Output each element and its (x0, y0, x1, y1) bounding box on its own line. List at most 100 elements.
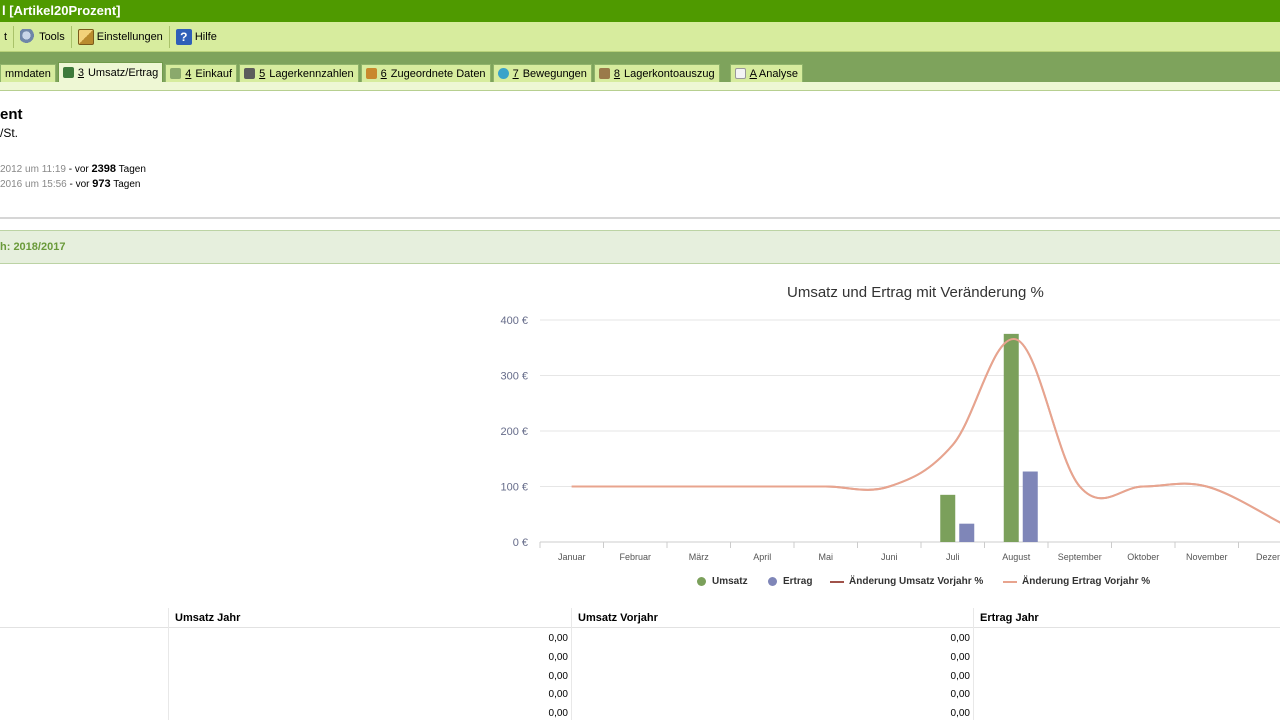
x-tick-label: Dezem (1256, 552, 1280, 562)
menu-item-tools[interactable]: Tools (16, 25, 69, 49)
tab-number: 5 (259, 67, 266, 80)
created-prefix: - vor (65, 164, 92, 175)
legend-label: Umsatz (712, 576, 748, 587)
divider (0, 217, 1280, 219)
tab-label: Einkauf (195, 67, 233, 80)
bar-ertrag (1022, 471, 1038, 542)
menu-item-partial[interactable]: t (0, 25, 11, 49)
umsatz-ertrag-chart: 0 € 100 € 200 € 300 € 400 € Januar Februar März… (500, 315, 1280, 562)
tab-bewegungen[interactable]: 7 Bewegungen (492, 64, 592, 82)
globe-icon (497, 68, 509, 79)
tab-label: Bewegungen (522, 67, 587, 80)
menu-separator (168, 25, 170, 48)
section-header[interactable]: h: 2018/2017 (0, 230, 1280, 264)
table-header: Umsatz Jahr Umsatz Vorjahr Ertrag Jahr (0, 608, 1280, 628)
modified-prefix: - vor (66, 179, 93, 190)
modified-date: 2016 um 15:56 (0, 179, 67, 190)
tab-einkauf[interactable]: 4 Einkauf (165, 64, 238, 82)
column-divider (571, 608, 572, 720)
legend-item-ertrag[interactable]: Ertrag (768, 576, 812, 587)
tab-label: Analyse (758, 67, 799, 80)
menu-item-label: Hilfe (194, 30, 217, 43)
article-title: ent (0, 106, 23, 123)
legend-swatch (1003, 580, 1017, 583)
tab-strip: mmdaten 3 Umsatz/Ertrag 4 Einkauf 5 Lage… (0, 62, 805, 82)
tab-label: mmdaten (5, 67, 51, 80)
table-cell: 0,00 (548, 633, 568, 644)
tab-number: 4 (185, 67, 192, 80)
menu-item-label: Einstellungen (96, 30, 163, 43)
tab-bar: mmdaten 3 Umsatz/Ertrag 4 Einkauf 5 Lage… (0, 52, 1280, 82)
help-icon: ? (175, 28, 192, 45)
tab-number: 7 (512, 67, 519, 80)
box-icon (598, 68, 610, 79)
column-header-umsatz-jahr[interactable]: Umsatz Jahr (168, 608, 571, 628)
table-cell: 0,00 (548, 671, 568, 682)
y-tick-label: 100 € (500, 482, 528, 494)
x-tick-label: November (1186, 552, 1228, 562)
tab-number: A (749, 67, 757, 80)
modified-date-row: 2016 um 15:56 - vor 973 Tagen (0, 178, 140, 190)
window-title: l [Artikel20Prozent] (0, 0, 1280, 22)
legend-item-umsatz[interactable]: Umsatz (697, 576, 748, 587)
tab-lagerkennzahlen[interactable]: 5 Lagerkennzahlen (239, 64, 359, 82)
tab-zugeordnete-daten[interactable]: 6 Zugeordnete Daten (360, 64, 491, 82)
legend-swatch (768, 577, 777, 586)
table-cell: 0,00 (548, 708, 568, 719)
menu-item-label: Tools (39, 30, 65, 43)
tab-stammdaten[interactable]: mmdaten (0, 64, 56, 82)
legend-item-aenderung-ertrag[interactable]: Änderung Ertrag Vorjahr % (1003, 576, 1150, 587)
menu-item-label: t (4, 30, 8, 43)
x-tick-label: Juli (946, 552, 960, 562)
tab-label: Umsatz/Ertrag (87, 66, 159, 79)
table-cell: 0,00 (950, 652, 970, 663)
legend-label: Änderung Umsatz Vorjahr % (849, 576, 984, 587)
table-cell: 0,00 (950, 633, 970, 644)
chart-legend: Umsatz Ertrag Änderung Umsatz Vorjahr % … (0, 576, 1280, 590)
section-label: h: 2018/2017 (0, 241, 66, 253)
modified-suffix: Tagen (110, 179, 141, 190)
legend-label: Ertrag (783, 576, 813, 587)
linked-data-icon (365, 68, 377, 79)
legend-swatch (697, 577, 706, 586)
menu-item-settings[interactable]: Einstellungen (74, 25, 167, 49)
column-divider (168, 608, 169, 720)
created-suffix: Tagen (116, 164, 146, 175)
created-date-row: 2012 um 11:19 - vor 2398 Tagen (0, 163, 146, 175)
column-header-ertrag-jahr[interactable]: Ertrag Jahr (973, 608, 1280, 628)
table-cell: 0,00 (950, 689, 970, 700)
legend-label: Änderung Ertrag Vorjahr % (1022, 576, 1151, 587)
table-cell: 0,00 (950, 671, 970, 682)
tab-content-border (0, 82, 1280, 91)
x-tick-label: Juni (881, 552, 898, 562)
tab-number: 6 (380, 67, 387, 80)
legend-item-aenderung-umsatz[interactable]: Änderung Umsatz Vorjahr % (830, 576, 983, 587)
truck-icon (244, 68, 256, 79)
settings-icon (77, 28, 94, 45)
menubar: t Tools Einstellungen ? Hilfe (0, 22, 1280, 52)
tab-umsatz-ertrag[interactable]: 3 Umsatz/Ertrag (57, 62, 164, 82)
menu-item-help[interactable]: ? Hilfe (172, 25, 221, 49)
x-tick-label: Mai (818, 552, 833, 562)
y-tick-label: 0 € (513, 537, 528, 549)
tab-lagerkontoauszug[interactable]: 8 Lagerkontoauszug (593, 64, 720, 82)
tab-analyse[interactable]: A Analyse (729, 64, 804, 82)
bar-ertrag (959, 523, 975, 542)
tab-number: 3 (77, 66, 84, 79)
x-tick-label: Oktober (1127, 552, 1159, 562)
y-tick-label: 300 € (500, 371, 528, 383)
document-icon (734, 68, 746, 79)
table-cell: 0,00 (548, 652, 568, 663)
tab-label: Zugeordnete Daten (390, 67, 486, 80)
table-cell: 0,00 (950, 708, 970, 719)
created-days: 2398 (91, 163, 117, 175)
column-header-umsatz-vorjahr[interactable]: Umsatz Vorjahr (571, 608, 973, 628)
y-tick-label: 400 € (500, 315, 528, 327)
legend-swatch (830, 580, 844, 583)
column-divider (973, 608, 974, 720)
menu-separator (13, 25, 15, 48)
chart-icon (62, 67, 74, 78)
bar-umsatz (1003, 333, 1019, 542)
table-cell: 0,00 (548, 689, 568, 700)
created-date: 2012 um 11:19 (0, 164, 66, 175)
